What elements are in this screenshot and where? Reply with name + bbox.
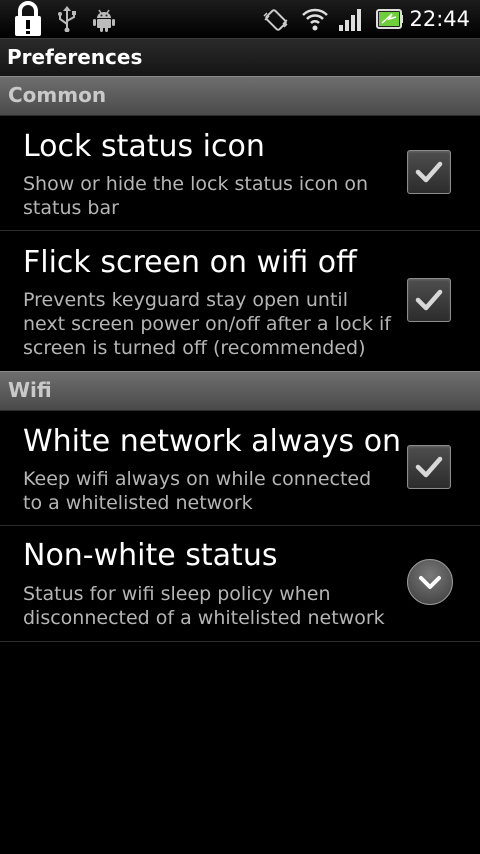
clock: 22:44	[409, 7, 470, 31]
category-header-wifi: Wifi	[0, 371, 480, 411]
pref-title: Non-white status	[23, 538, 278, 573]
lock-icon	[15, 1, 41, 36]
pref-title: Flick screen on wifi off	[23, 245, 357, 280]
pref-title: White network always on	[23, 424, 402, 459]
title-bar: Preferences	[0, 38, 480, 77]
category-header-common: Common	[0, 76, 480, 116]
pref-summary: Status for wifi sleep policy when discon…	[23, 583, 385, 629]
category-label: Wifi	[8, 378, 52, 402]
pref-flick-screen-on-wifi-off[interactable]: Flick screen on wifi off Prevents keygua…	[0, 231, 480, 372]
flick-screen-checkbox[interactable]	[407, 278, 451, 322]
vibrate-icon	[263, 9, 288, 31]
check-icon	[415, 161, 443, 183]
lock-status-icon-checkbox[interactable]	[407, 150, 451, 194]
pref-non-white-status[interactable]: Non-white status Status for wifi sleep p…	[0, 526, 480, 642]
battery-icon	[376, 9, 403, 29]
check-icon	[415, 456, 443, 478]
android-icon	[93, 9, 115, 32]
pref-summary: Show or hide the lock status icon on sta…	[23, 173, 369, 219]
pref-lock-status-icon[interactable]: Lock status icon Show or hide the lock s…	[0, 115, 480, 231]
pref-summary: Prevents keyguard stay open until next s…	[23, 289, 391, 359]
page-title: Preferences	[7, 45, 143, 69]
white-network-always-on-checkbox[interactable]	[407, 445, 451, 489]
pref-white-network-always-on[interactable]: White network always on Keep wifi always…	[0, 410, 480, 526]
non-white-status-dropdown[interactable]	[407, 559, 453, 605]
check-icon	[415, 289, 443, 311]
signal-icon	[339, 9, 361, 31]
pref-title: Lock status icon	[23, 129, 265, 164]
status-bar: 22:44	[0, 0, 480, 38]
pref-summary: Keep wifi always on while connected to a…	[23, 468, 372, 514]
category-label: Common	[8, 83, 107, 107]
wifi-icon	[302, 8, 328, 31]
chevron-down-icon	[419, 576, 441, 589]
usb-icon	[58, 6, 76, 32]
